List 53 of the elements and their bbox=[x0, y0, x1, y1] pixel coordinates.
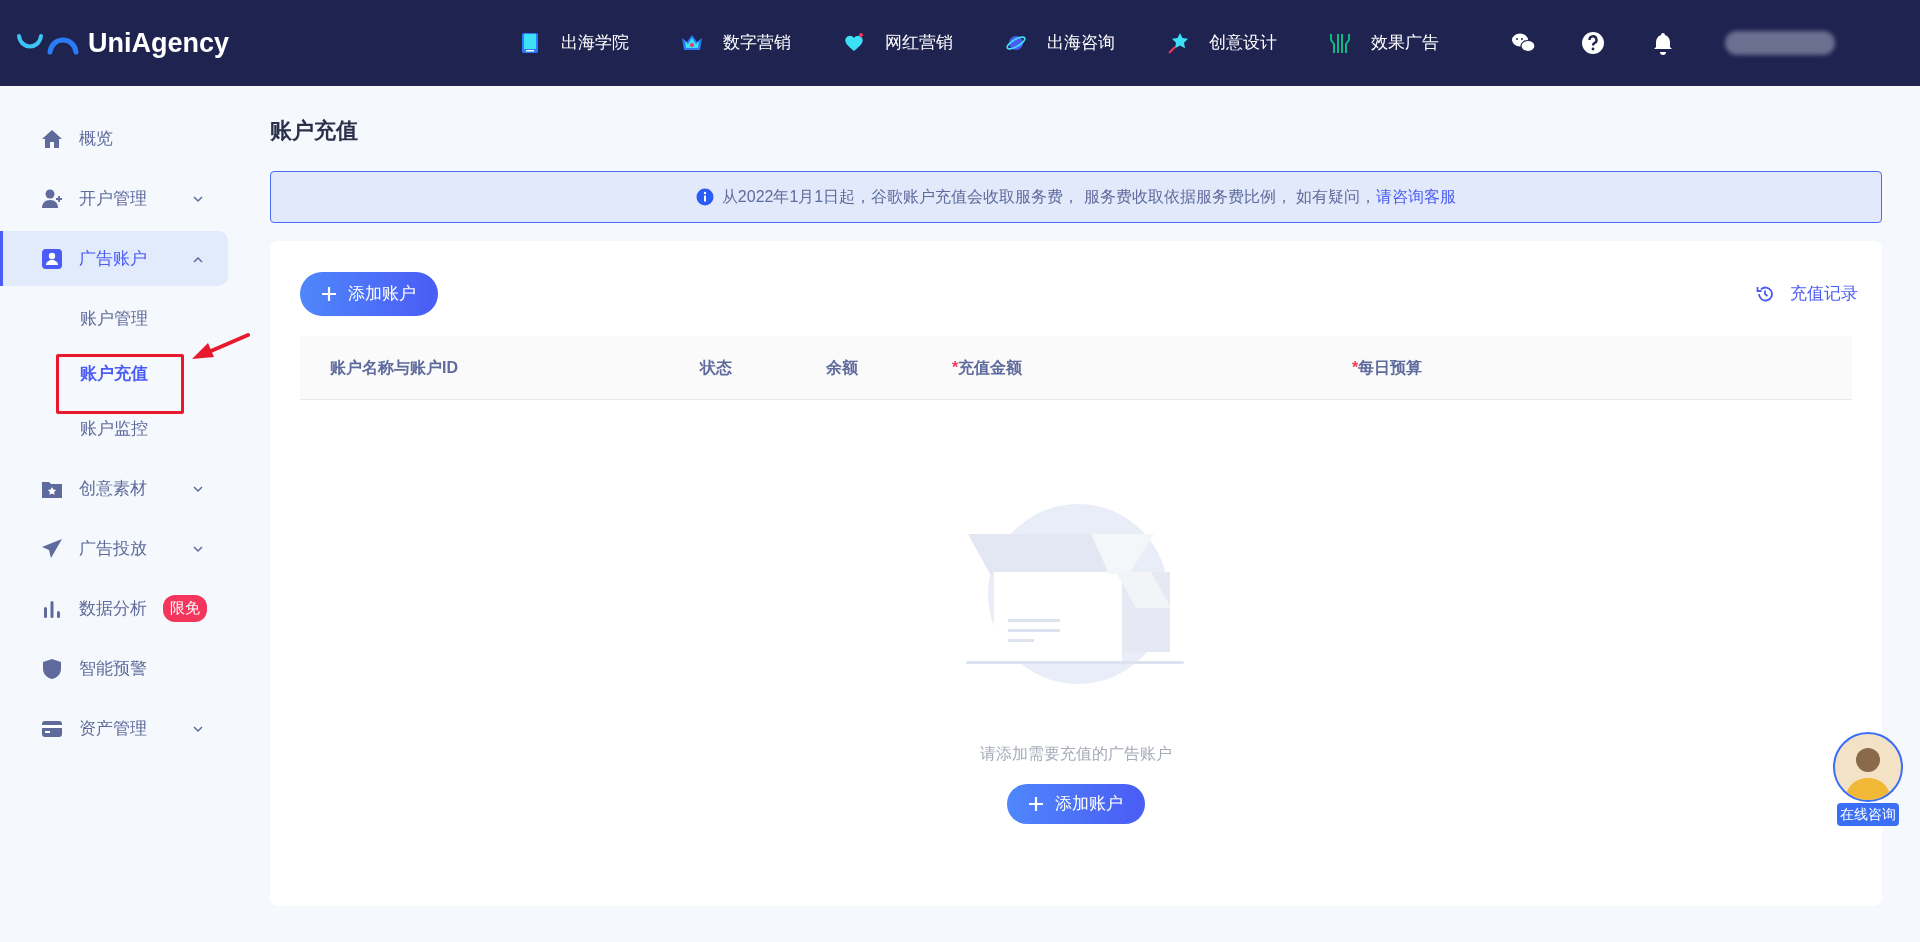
empty-message: 请添加需要充值的广告账户 bbox=[980, 744, 1172, 764]
sidebar-item[interactable]: 数据分析 限免 bbox=[0, 581, 228, 636]
column-header: *充值金额 bbox=[952, 357, 1024, 378]
user-add-icon bbox=[41, 187, 63, 210]
wechat-icon[interactable] bbox=[1511, 31, 1538, 55]
circuit-icon bbox=[1329, 32, 1352, 54]
column-header: 余额 bbox=[826, 357, 859, 378]
plus-icon bbox=[1029, 797, 1043, 811]
menu-label: 智能预警 bbox=[79, 657, 147, 680]
column-header: *每日预算 bbox=[1352, 357, 1424, 378]
plus-icon bbox=[322, 287, 336, 301]
nav-link[interactable]: 创意设计 bbox=[1167, 30, 1278, 56]
sidebar-item[interactable]: 概览 bbox=[0, 111, 228, 166]
menu-label: 概览 bbox=[79, 127, 113, 150]
menu-label: 资产管理 bbox=[79, 717, 147, 740]
shield-icon bbox=[41, 657, 63, 680]
add-account-button[interactable]: 添加账户 bbox=[300, 272, 438, 316]
submenu-item[interactable]: 账户监控 bbox=[0, 401, 240, 456]
sidebar-item[interactable]: 开户管理 bbox=[0, 171, 228, 226]
page-title: 账户充值 bbox=[270, 117, 359, 145]
menu-label: 广告账户 bbox=[79, 247, 147, 270]
submenu-item[interactable]: 账户充值 bbox=[0, 346, 240, 401]
heart-icon bbox=[843, 32, 866, 54]
menu-label: 开户管理 bbox=[79, 187, 147, 210]
nav-link[interactable]: 网红营销 bbox=[843, 30, 954, 56]
nav-link[interactable]: 数字营销 bbox=[681, 30, 792, 56]
menu-label: 创意素材 bbox=[79, 477, 147, 500]
star-icon bbox=[1167, 32, 1190, 54]
column-header: 状态 bbox=[700, 357, 733, 378]
logo-text: UniAgency bbox=[88, 26, 230, 60]
nav-link[interactable]: 效果广告 bbox=[1329, 30, 1440, 56]
column-header: 账户名称与账户ID bbox=[329, 357, 459, 378]
send-icon bbox=[41, 537, 63, 560]
menu-label: 广告投放 bbox=[79, 537, 147, 560]
home-icon bbox=[41, 127, 63, 150]
history-icon bbox=[1756, 285, 1774, 303]
recharge-history-link[interactable]: 充值记录 bbox=[1756, 281, 1858, 307]
nav-link[interactable]: 出海学院 bbox=[519, 30, 630, 56]
info-icon bbox=[695, 188, 714, 206]
nav-link[interactable]: 出海咨询 bbox=[1005, 30, 1116, 56]
chat-label[interactable]: 在线咨询 bbox=[1837, 803, 1899, 826]
sidebar-item[interactable]: 广告账户 bbox=[0, 231, 228, 286]
sidebar-item[interactable]: 智能预警 bbox=[0, 641, 228, 696]
notice-text: 从2022年1月1日起，谷歌账户充值会收取服务费， 服务费收取依据服务费比例， 如有疑问，请咨询客服 bbox=[721, 187, 1457, 207]
badge: 限免 bbox=[163, 595, 207, 622]
menu-label: 数据分析 bbox=[79, 597, 147, 620]
sidebar-item[interactable]: 资产管理 bbox=[0, 701, 228, 756]
user-card-icon bbox=[41, 247, 63, 270]
contact-link[interactable]: 请咨询客服 bbox=[1376, 188, 1457, 205]
submenu-item[interactable]: 账户管理 bbox=[0, 291, 240, 346]
sidebar-item[interactable]: 广告投放 bbox=[0, 521, 228, 576]
sidebar-item[interactable]: 创意素材 bbox=[0, 461, 228, 516]
add-account-button[interactable]: 添加账户 bbox=[1007, 784, 1145, 824]
